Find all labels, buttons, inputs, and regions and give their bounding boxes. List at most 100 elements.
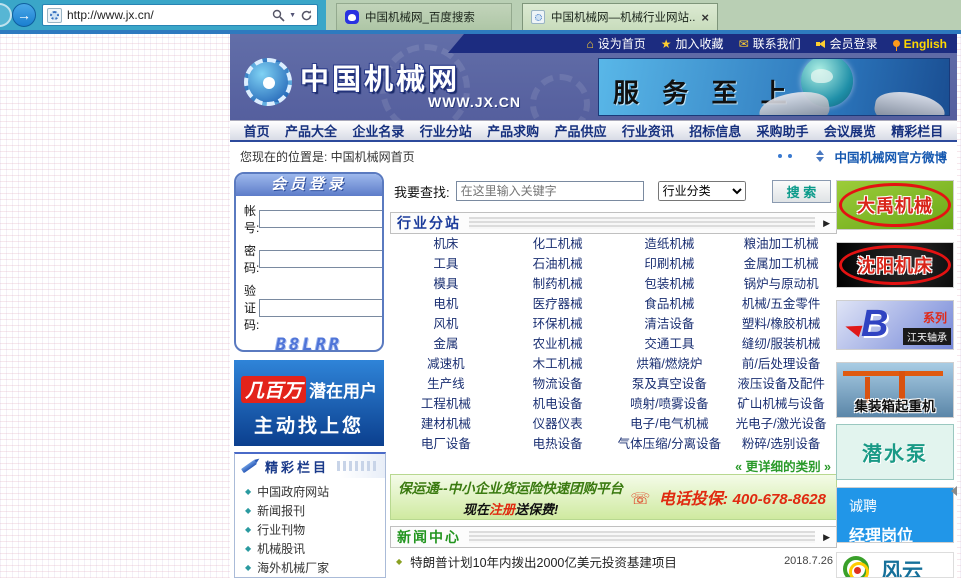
close-tab-icon[interactable]: × (701, 10, 709, 25)
industry-category-link[interactable]: 气体压缩/分离设备 (614, 434, 726, 454)
float-ad-collapse-icon[interactable] (951, 486, 957, 496)
nav-item-buy[interactable]: 产品求购 (487, 121, 539, 140)
nav-item-products[interactable]: 产品大全 (285, 121, 337, 140)
industry-category-link[interactable]: 模具 (390, 274, 502, 294)
industry-category-link[interactable]: 锅炉与原动机 (725, 274, 837, 294)
ad-jiangtian-bearing[interactable]: B 系列 江天轴承 (836, 300, 954, 350)
industry-category-link[interactable]: 物流设备 (502, 374, 614, 394)
industry-category-link[interactable]: 工程机械 (390, 394, 502, 414)
header-banner[interactable]: 服 务 至 上 (598, 58, 950, 116)
arrow-right-icon[interactable]: ▶ (823, 532, 830, 543)
industry-category-link[interactable]: 喷射/喷雾设备 (614, 394, 726, 414)
tab-jx-active[interactable]: 中国机械网—机械行业网站... × (522, 3, 718, 30)
industry-category-link[interactable]: 交通工具 (614, 334, 726, 354)
industry-category-link[interactable]: 泵及真空设备 (614, 374, 726, 394)
contact-us-link[interactable]: ✉联系我们 (739, 35, 801, 52)
featured-link[interactable]: 行业刊物 (257, 521, 305, 538)
industry-category-link[interactable]: 造纸机械 (614, 234, 726, 254)
industry-category-link[interactable]: 前/后处理设备 (725, 354, 837, 374)
arrow-right-icon[interactable]: ▶ (823, 218, 830, 229)
captcha-image[interactable]: B8LRR (236, 335, 382, 352)
industry-category-link[interactable]: 化工机械 (502, 234, 614, 254)
captcha-field[interactable] (259, 299, 384, 317)
nav-item-companies[interactable]: 企业名录 (352, 121, 404, 140)
forward-button[interactable]: → (12, 3, 36, 27)
nav-item-industry-sites[interactable]: 行业分站 (420, 121, 472, 140)
nav-item-tenders[interactable]: 招标信息 (689, 121, 741, 140)
set-homepage-link[interactable]: ⌂设为首页 (587, 35, 646, 52)
industry-category-link[interactable]: 印刷机械 (614, 254, 726, 274)
industry-category-link[interactable]: 木工机械 (502, 354, 614, 374)
industry-category-link[interactable]: 液压设备及配件 (725, 374, 837, 394)
industry-category-link[interactable]: 塑料/橡胶机械 (725, 314, 837, 334)
industry-category-link[interactable]: 食品机械 (614, 294, 726, 314)
nav-item-home[interactable]: 首页 (244, 121, 270, 140)
account-field[interactable] (259, 210, 384, 228)
industry-category-link[interactable]: 包装机械 (614, 274, 726, 294)
add-favorite-link[interactable]: ★加入收藏 (661, 35, 724, 52)
industry-category-link[interactable]: 缝纫/服装机械 (725, 334, 837, 354)
nav-item-news[interactable]: 行业资讯 (622, 121, 674, 140)
industry-category-link[interactable]: 生产线 (390, 374, 502, 394)
insurance-banner[interactable]: 保运通--中小企业货运险快速团购平台 现在注册送保费! ☏ 电话投保: 400-… (390, 474, 837, 520)
news-link[interactable]: 特朗普计划10年内拨出2000亿美元投资基建项目 (410, 552, 776, 571)
address-bar[interactable]: http://www.jx.cn/ ▼ (42, 4, 318, 26)
member-login-link[interactable]: 会员登录 (816, 35, 878, 52)
ticker-down-icon[interactable] (816, 157, 824, 162)
ad-fengyun[interactable]: 风云 (836, 552, 954, 578)
industry-category-link[interactable]: 电子/电气机械 (614, 414, 726, 434)
industry-category-link[interactable]: 风机 (390, 314, 502, 334)
english-link[interactable]: English (893, 37, 947, 51)
weibo-link[interactable]: 中国机械网官方微博 (834, 147, 947, 166)
refresh-icon[interactable] (300, 9, 313, 22)
industry-category-link[interactable]: 电厂设备 (390, 434, 502, 454)
industry-category-link[interactable]: 减速机 (390, 354, 502, 374)
password-field[interactable] (259, 250, 384, 268)
url-text[interactable]: http://www.jx.cn/ (67, 8, 272, 22)
search-icon[interactable] (272, 9, 285, 22)
category-select[interactable]: 行业分类 (658, 181, 746, 201)
nav-item-exhibitions[interactable]: 会议展览 (824, 121, 876, 140)
nav-item-purchase-helper[interactable]: 采购助手 (757, 121, 809, 140)
featured-link[interactable]: 新闻报刊 (257, 502, 305, 519)
industry-category-link[interactable]: 机电设备 (502, 394, 614, 414)
industry-category-link[interactable]: 石油机械 (502, 254, 614, 274)
ad-hiring[interactable]: 诚聘 经理岗位 (836, 487, 954, 543)
industry-category-link[interactable]: 电热设备 (502, 434, 614, 454)
industry-category-link[interactable]: 矿山机械与设备 (725, 394, 837, 414)
industry-category-link[interactable]: 仪器仪表 (502, 414, 614, 434)
search-options-caret-icon[interactable]: ▼ (289, 12, 296, 19)
industry-category-link[interactable]: 金属 (390, 334, 502, 354)
featured-link[interactable]: 中国政府网站 (257, 483, 329, 500)
tab-baidu-search[interactable]: 中国机械网_百度搜索 (336, 3, 512, 30)
industry-category-link[interactable]: 粉碎/选别设备 (725, 434, 837, 454)
featured-link[interactable]: 海外机械厂家 (257, 559, 329, 576)
featured-link[interactable]: 机械股讯 (257, 540, 305, 557)
industry-category-link[interactable]: 工具 (390, 254, 502, 274)
industry-category-link[interactable]: 制药机械 (502, 274, 614, 294)
nav-item-featured[interactable]: 精彩栏目 (891, 121, 943, 140)
industry-category-link[interactable]: 粮油加工机械 (725, 234, 837, 254)
ad-submersible-pump[interactable]: 潜水泵 (836, 424, 954, 480)
industry-category-link[interactable]: 烘箱/燃烧炉 (614, 354, 726, 374)
industry-category-link[interactable]: 金属加工机械 (725, 254, 837, 274)
industry-category-link[interactable]: 机床 (390, 234, 502, 254)
ad-shenyang-machine-tool[interactable]: 沈阳机床 (836, 242, 954, 288)
search-input[interactable] (456, 181, 644, 201)
industry-category-link[interactable]: 建材机械 (390, 414, 502, 434)
search-button[interactable]: 搜 索 (772, 180, 832, 203)
industry-category-link[interactable]: 机械/五金零件 (725, 294, 837, 314)
industry-category-link[interactable]: 光电子/激光设备 (725, 414, 837, 434)
industry-category-link[interactable]: 农业机械 (502, 334, 614, 354)
promo-banner[interactable]: 几百万潜在用户 主动找上您 (234, 360, 384, 446)
ad-dayu-machinery[interactable]: 大禹机械 (836, 180, 954, 230)
hiring-position-link[interactable]: 经理岗位 (849, 522, 913, 543)
back-button[interactable] (0, 3, 12, 27)
industry-category-link[interactable]: 医疗器械 (502, 294, 614, 314)
ticker-up-icon[interactable] (816, 150, 824, 155)
site-logo-title[interactable]: 中国机械网 (300, 56, 460, 98)
site-logo-gear-icon[interactable] (244, 58, 292, 106)
ad-container-crane[interactable]: 集装箱起重机 (836, 362, 954, 418)
industry-category-link[interactable]: 环保机械 (502, 314, 614, 334)
nav-item-supply[interactable]: 产品供应 (554, 121, 606, 140)
